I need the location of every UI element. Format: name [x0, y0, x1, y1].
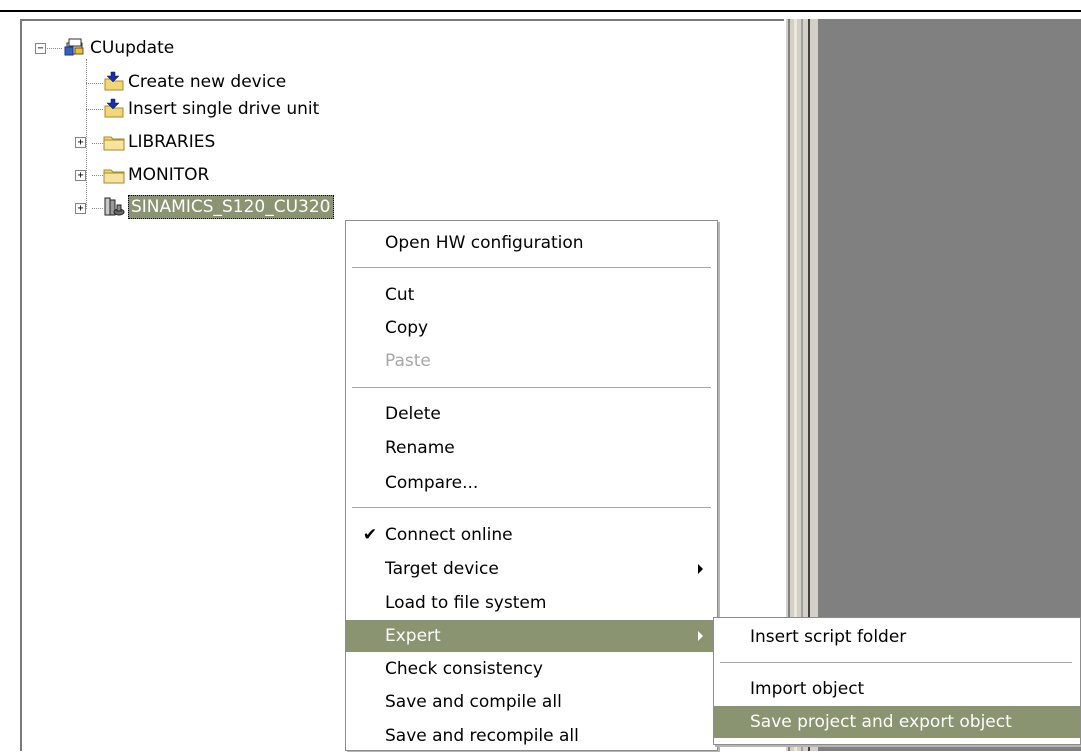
tree-item-label: SINAMICS_S120_CU320	[128, 195, 334, 219]
tree-item-libraries[interactable]: + LIBRARIES	[22, 129, 322, 155]
menu-item-cut[interactable]: Cut	[346, 279, 717, 311]
menu-item-label: Delete	[385, 404, 441, 424]
project-icon	[64, 38, 84, 56]
submenu-item-save-project-and-export-object[interactable]: Save project and export object	[714, 706, 1080, 738]
menu-separator	[352, 507, 711, 508]
menu-item-check-consistency[interactable]: Check consistency	[346, 653, 717, 685]
menu-item-label: Save project and export object	[750, 712, 1012, 732]
menu-item-label: Expert	[385, 626, 441, 646]
tree-item-label: MONITOR	[128, 165, 210, 185]
menu-item-save-and-recompile-all[interactable]: Save and recompile all	[346, 720, 717, 752]
menu-item-delete[interactable]: Delete	[346, 398, 717, 430]
tree-item-label: Create new device	[128, 72, 287, 92]
menu-item-label: Paste	[385, 351, 431, 371]
insert-arrow-folder-icon	[104, 98, 124, 118]
submenu-item-import-object[interactable]: Import object	[714, 673, 1080, 705]
tree-item-cuupdate[interactable]: − CUupdate	[22, 35, 322, 61]
menu-item-copy[interactable]: Copy	[346, 312, 717, 344]
menu-item-label: Compare...	[385, 473, 479, 493]
expand-icon[interactable]: +	[75, 137, 86, 148]
insert-arrow-folder-icon	[104, 71, 124, 91]
menu-item-save-and-compile-all[interactable]: Save and compile all	[346, 686, 717, 718]
menu-item-label: Copy	[385, 318, 429, 338]
menu-item-label: Import object	[750, 679, 865, 699]
menu-item-expert[interactable]: Expert	[346, 620, 717, 652]
menu-item-label: Cut	[385, 285, 415, 305]
menu-item-rename[interactable]: Rename	[346, 432, 717, 464]
expand-icon[interactable]: +	[75, 170, 86, 181]
menu-item-open-hw-configuration[interactable]: Open HW configuration	[346, 227, 717, 259]
folder-icon	[103, 136, 125, 151]
submenu-arrow-icon	[698, 631, 703, 641]
tree-item-create-new-device[interactable]: Create new device	[22, 69, 342, 95]
menu-separator	[352, 267, 711, 268]
tree-item-label: Insert single drive unit	[128, 99, 320, 119]
menu-item-label: Save and recompile all	[385, 726, 579, 746]
tree-item-label: CUupdate	[90, 38, 175, 58]
submenu-item-insert-script-folder[interactable]: Insert script folder	[714, 621, 1080, 653]
menu-separator	[352, 387, 711, 388]
menu-item-paste: Paste	[346, 345, 717, 377]
folder-icon	[103, 169, 125, 184]
menu-item-compare[interactable]: Compare...	[346, 467, 717, 499]
expand-icon[interactable]: +	[75, 203, 86, 214]
menu-item-load-to-file-system[interactable]: Load to file system	[346, 587, 717, 619]
tree-item-sinamics-s120-cu320[interactable]: + SINAMICS_S120_CU320	[22, 195, 422, 221]
expert-submenu: Insert script folder Import object Save …	[713, 617, 1081, 745]
menu-item-label: Target device	[385, 559, 499, 579]
tree-item-label: LIBRARIES	[128, 132, 216, 152]
collapse-icon[interactable]: −	[35, 43, 46, 54]
context-menu: Open HW configuration Cut Copy Paste Del…	[345, 220, 718, 751]
tree-item-insert-single-drive-unit[interactable]: Insert single drive unit	[22, 96, 382, 122]
menu-item-label: Check consistency	[385, 659, 543, 679]
top-border-line	[0, 10, 1081, 12]
menu-item-label: Open HW configuration	[385, 233, 584, 253]
menu-item-label: Rename	[385, 438, 455, 458]
menu-item-connect-online[interactable]: ✔ Connect online	[346, 519, 717, 551]
menu-separator	[720, 662, 1072, 663]
menu-item-label: Connect online	[385, 525, 513, 545]
checkmark-icon: ✔	[362, 525, 378, 545]
menu-item-label: Save and compile all	[385, 692, 562, 712]
menu-item-target-device[interactable]: Target device	[346, 553, 717, 585]
drive-device-icon	[104, 197, 125, 216]
menu-item-label: Load to file system	[385, 593, 547, 613]
submenu-arrow-icon	[698, 564, 703, 574]
menu-item-label: Insert script folder	[750, 627, 907, 647]
tree-item-monitor[interactable]: + MONITOR	[22, 162, 322, 188]
